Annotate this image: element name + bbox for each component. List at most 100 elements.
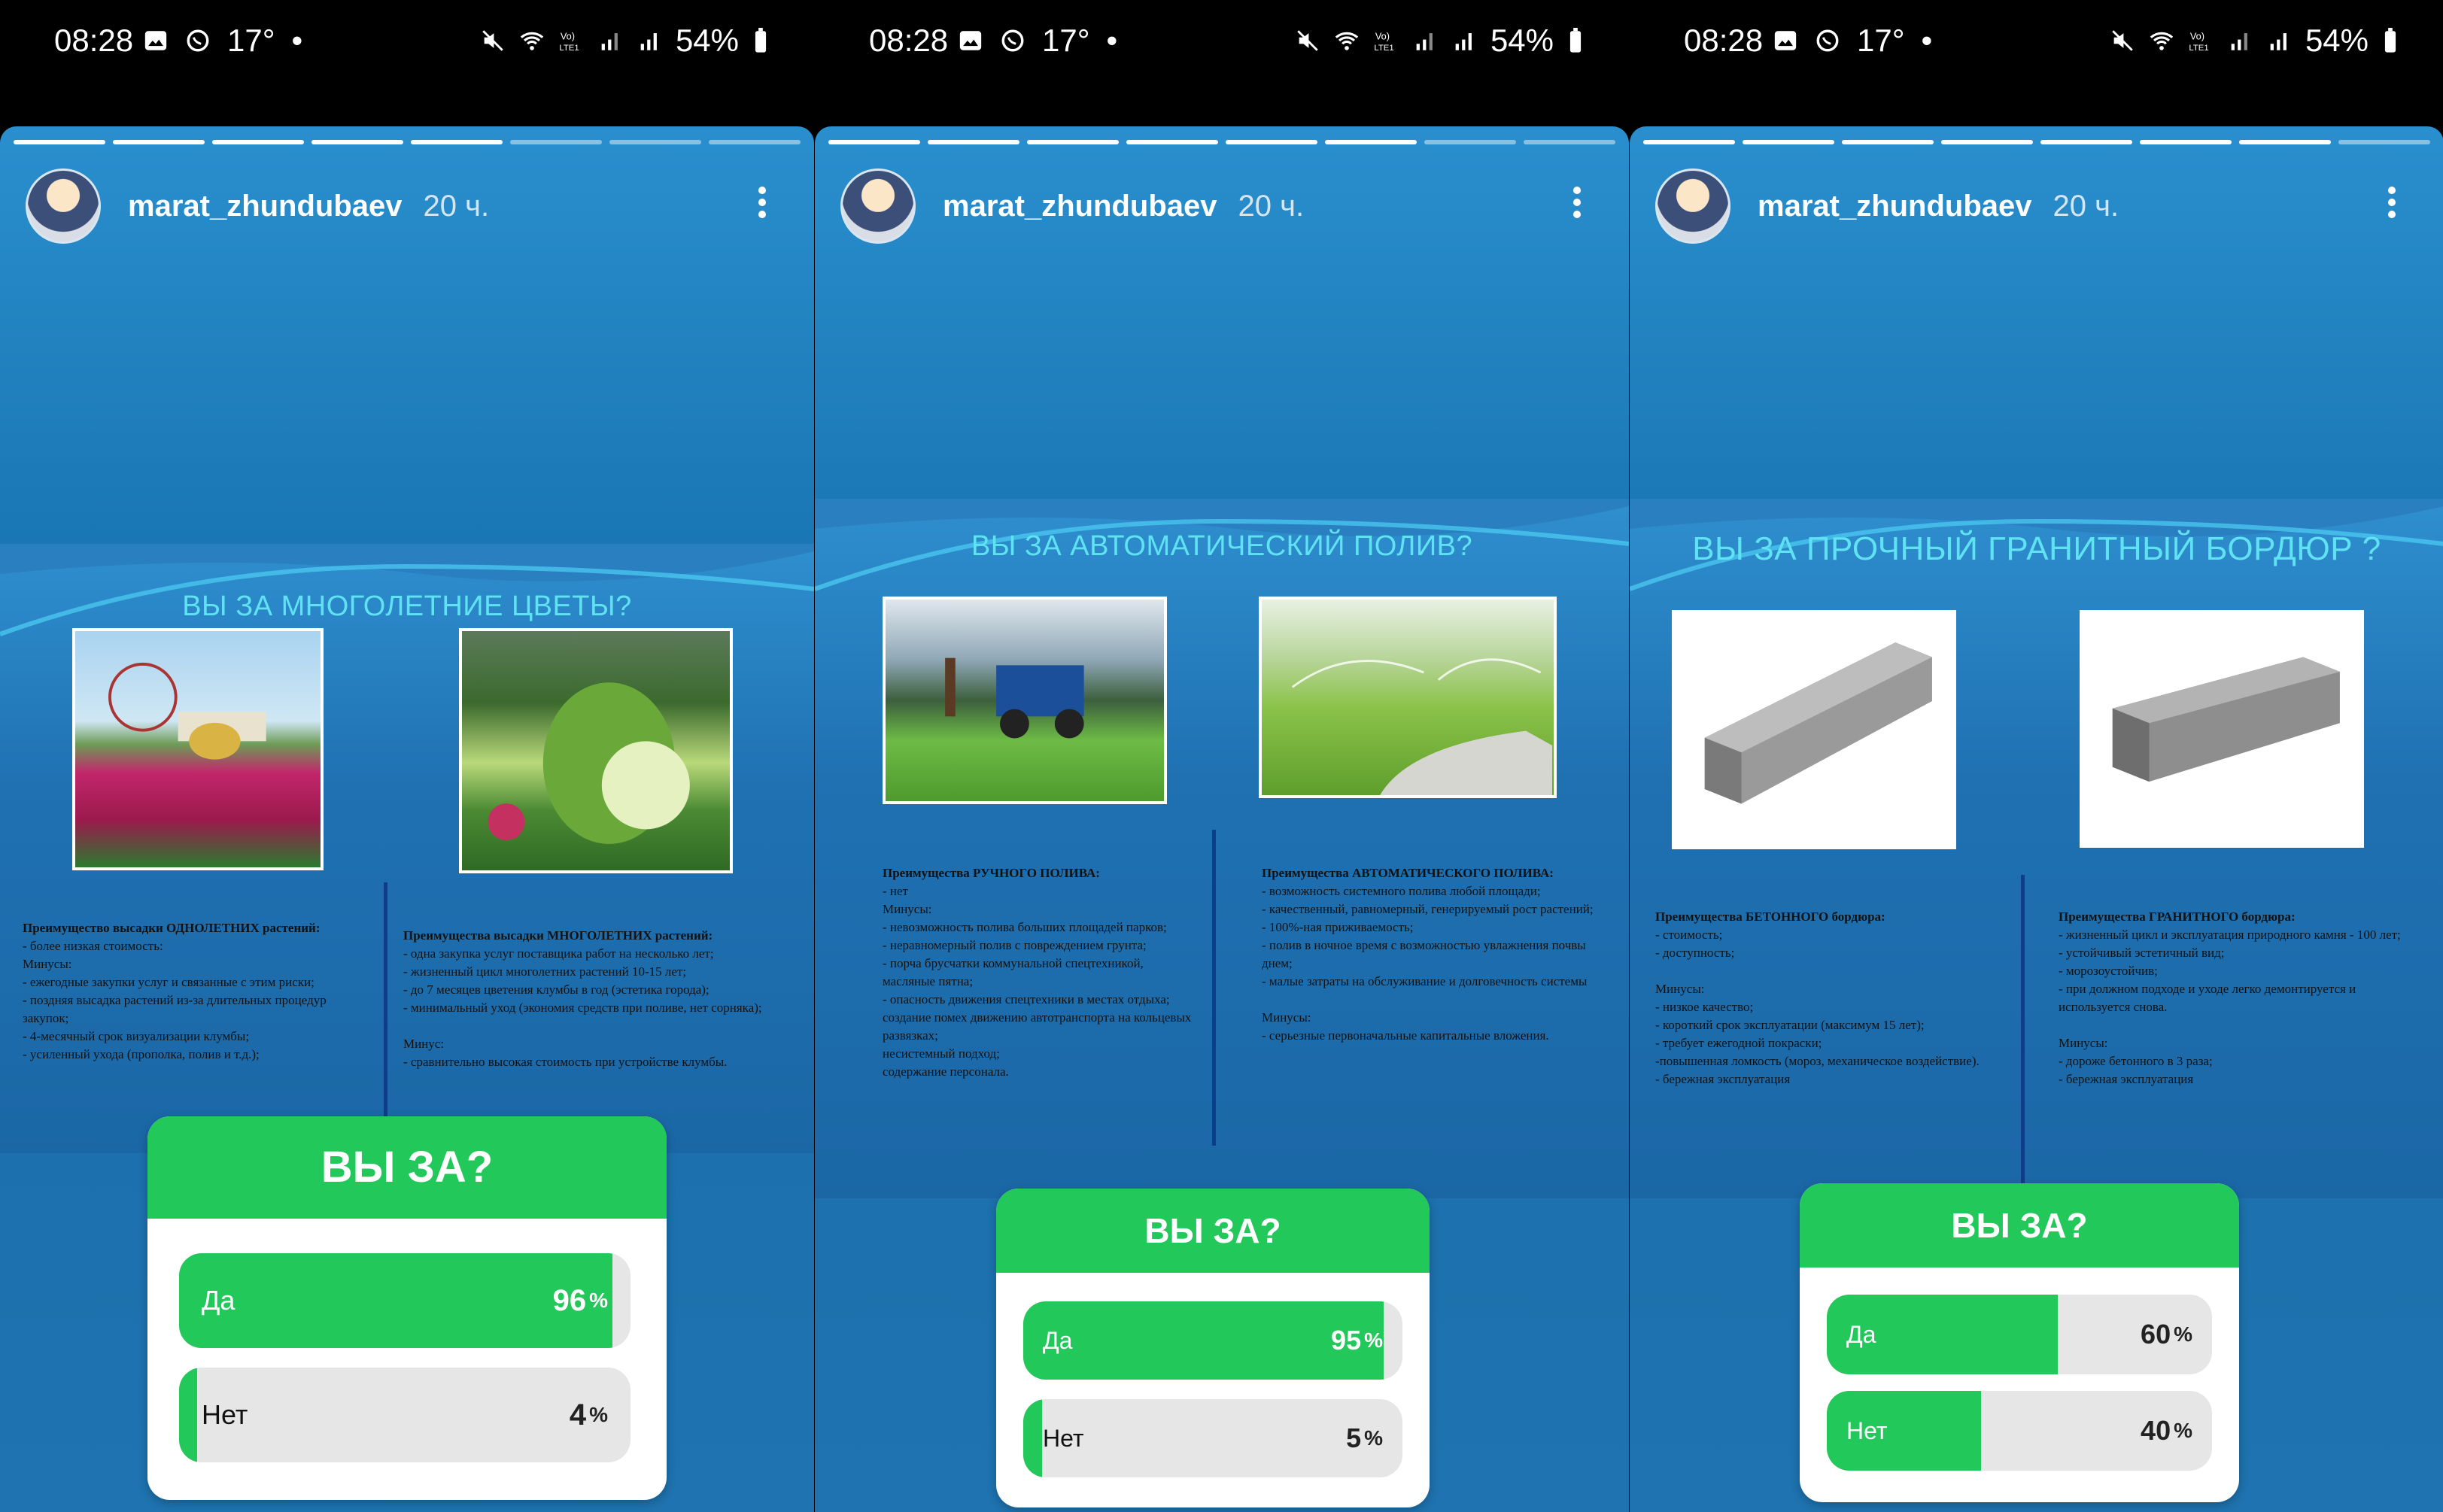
progress-segment bbox=[2040, 140, 2132, 144]
volte-icon: Vo) LTE1 bbox=[2189, 31, 2208, 53]
slide: ВЫ ЗА АВТОМАТИЧЕСКИЙ ПОЛИВ? Преимущества… bbox=[815, 499, 1629, 1198]
username[interactable]: marat_zhundubaev bbox=[128, 190, 403, 223]
poll-option-no[interactable]: Нет 5% bbox=[1023, 1399, 1402, 1477]
timestamp: 20 ч. bbox=[423, 189, 490, 223]
mute-icon bbox=[2112, 30, 2133, 51]
progress-segment bbox=[212, 140, 304, 144]
progress-segment bbox=[14, 140, 105, 144]
photo-annual-flowers bbox=[72, 628, 324, 870]
poll-option-yes[interactable]: Да 60% bbox=[1827, 1295, 2212, 1374]
progress-segment bbox=[1743, 140, 1834, 144]
right-text: Преимущества высадки МНОГОЛЕТНИХ растени… bbox=[403, 909, 795, 1071]
more-options-icon[interactable] bbox=[1572, 182, 1582, 227]
poll-option-fill bbox=[179, 1253, 612, 1348]
signal-icon bbox=[1416, 33, 1433, 50]
tractor-illustration bbox=[945, 657, 1084, 739]
photo-concrete-curb bbox=[1672, 610, 1956, 849]
svg-text:LTE1: LTE1 bbox=[2189, 44, 2208, 53]
whatsapp-icon bbox=[187, 29, 209, 52]
more-options-icon[interactable] bbox=[2387, 182, 2397, 227]
signal-icon-2 bbox=[2270, 33, 2287, 50]
left-text-title: Преимущества БЕТОННОГО бордюра: bbox=[1655, 909, 1885, 924]
poll-option-percent: 4% bbox=[569, 1398, 608, 1432]
progress-segment bbox=[510, 140, 602, 144]
signal-icon-2 bbox=[640, 33, 657, 50]
story-header: marat_zhundubaev 20 ч. bbox=[1655, 169, 2414, 244]
svg-text:LTE1: LTE1 bbox=[559, 44, 579, 53]
avatar[interactable] bbox=[840, 169, 916, 244]
avatar[interactable] bbox=[1655, 169, 1730, 244]
poll-option-yes[interactable]: Да 96% bbox=[179, 1253, 631, 1348]
poll-sticker[interactable]: ВЫ ЗА? Да 96% Нет 4% bbox=[147, 1116, 667, 1500]
wifi-icon bbox=[2150, 32, 2174, 50]
left-text-title: Преимущество высадки ОДНОЛЕТНИХ растений… bbox=[23, 921, 321, 935]
poll-option-label: Да bbox=[1043, 1326, 1073, 1354]
story-card[interactable]: marat_zhundubaev 20 ч. ВЫ ЗА АВТОМАТИЧЕС… bbox=[815, 126, 1629, 1512]
left-text-body: - нет Минусы: - невозможность полива бол… bbox=[883, 884, 1192, 1079]
right-text-body: - возможность системного полива любой пл… bbox=[1262, 884, 1594, 1043]
poll-option-no[interactable]: Нет 40% bbox=[1827, 1391, 2212, 1471]
progress-segment bbox=[2239, 140, 2331, 144]
story-header: marat_zhundubaev 20 ч. bbox=[840, 169, 1599, 244]
poll-option-label: Нет bbox=[202, 1399, 248, 1430]
poll-option-no[interactable]: Нет 4% bbox=[179, 1368, 631, 1462]
status-battery-pct: 54% bbox=[1490, 23, 1554, 58]
progress-segment bbox=[709, 140, 801, 144]
more-options-icon[interactable] bbox=[757, 182, 767, 227]
right-text-body: - жизненный цикл и эксплуатация природно… bbox=[2059, 928, 2401, 1086]
poll-option-fill bbox=[1023, 1301, 1384, 1380]
volte-icon: Vo) LTE1 bbox=[559, 31, 579, 53]
progress-segment bbox=[1027, 140, 1119, 144]
left-text-body: - более низкая стоимость: Минусы: - ежег… bbox=[23, 939, 327, 1061]
avatar[interactable] bbox=[26, 169, 101, 244]
slide: ВЫ ЗА МНОГОЛЕТНИЕ ЦВЕТЫ? Преимущество вы… bbox=[0, 544, 814, 1153]
left-text: Преимущества БЕТОННОГО бордюра: - стоимо… bbox=[1655, 890, 2001, 1088]
story-progress bbox=[14, 140, 801, 144]
story-panel-2: 08:28 17° • Vo) LTE1 54% marat_zhundubaev… bbox=[815, 0, 1629, 1512]
left-text-title: Преимущества РУЧНОГО ПОЛИВА: bbox=[883, 866, 1100, 880]
status-temp: 17° bbox=[1042, 23, 1090, 58]
progress-segment bbox=[828, 140, 920, 144]
right-text-title: Преимущества ГРАНИТНОГО бордюра: bbox=[2059, 909, 2296, 924]
left-text-body: - стоимость; - доступность; Минусы: - ни… bbox=[1655, 928, 1980, 1086]
slide: ВЫ ЗА ПРОЧНЫЙ ГРАНИТНЫЙ БОРДЮР ? Преимущ… bbox=[1630, 499, 2443, 1198]
username[interactable]: marat_zhundubaev bbox=[943, 190, 1217, 223]
status-temp: 17° bbox=[1857, 23, 1905, 58]
story-card[interactable]: marat_zhundubaev 20 ч. ВЫ ЗА МНОГОЛЕТНИЕ… bbox=[0, 126, 814, 1512]
svg-text:Vo): Vo) bbox=[2190, 31, 2204, 42]
status-dot: • bbox=[1921, 23, 1933, 58]
progress-segment bbox=[411, 140, 503, 144]
poll-option-label: Нет bbox=[1043, 1424, 1084, 1452]
gallery-icon bbox=[144, 31, 167, 50]
gallery-icon bbox=[1774, 31, 1797, 50]
whatsapp-icon bbox=[1816, 29, 1839, 52]
poll-question: ВЫ ЗА? bbox=[1800, 1183, 2239, 1268]
poll-option-percent: 60% bbox=[2141, 1319, 2192, 1350]
progress-segment bbox=[609, 140, 701, 144]
slide-divider bbox=[2021, 875, 2025, 1191]
svg-text:Vo): Vo) bbox=[561, 31, 575, 42]
poll-option-yes[interactable]: Да 95% bbox=[1023, 1301, 1402, 1380]
whatsapp-icon bbox=[1001, 29, 1024, 52]
poll-option-percent: 96% bbox=[552, 1283, 608, 1317]
photo-perennial-flowers bbox=[459, 628, 733, 873]
username[interactable]: marat_zhundubaev bbox=[1758, 190, 2032, 223]
story-progress bbox=[828, 140, 1615, 144]
story-card[interactable]: marat_zhundubaev 20 ч. ВЫ ЗА ПРОЧНЫЙ ГРА… bbox=[1630, 126, 2443, 1512]
progress-segment bbox=[928, 140, 1019, 144]
progress-segment bbox=[1424, 140, 1516, 144]
status-bar: 08:28 17° • Vo) LTE1 54% bbox=[0, 0, 814, 83]
progress-segment bbox=[1842, 140, 1934, 144]
poll-sticker[interactable]: ВЫ ЗА? Да 95% Нет 5% bbox=[996, 1189, 1430, 1507]
status-time: 08:28 bbox=[869, 23, 949, 58]
timestamp: 20 ч. bbox=[1238, 189, 1305, 223]
signal-icon bbox=[601, 33, 618, 50]
right-text-title: Преимущества АВТОМАТИЧЕСКОГО ПОЛИВА: bbox=[1262, 866, 1554, 880]
poll-sticker[interactable]: ВЫ ЗА? Да 60% Нет 40% bbox=[1800, 1183, 2239, 1502]
right-text: Преимущества ГРАНИТНОГО бордюра: - жизне… bbox=[2059, 890, 2427, 1088]
poll-option-percent: 40% bbox=[2141, 1415, 2192, 1446]
progress-segment bbox=[2338, 140, 2430, 144]
concrete-curb-illustration bbox=[1704, 642, 1932, 804]
signal-icon-2 bbox=[1455, 33, 1472, 50]
wifi-icon bbox=[520, 32, 544, 50]
